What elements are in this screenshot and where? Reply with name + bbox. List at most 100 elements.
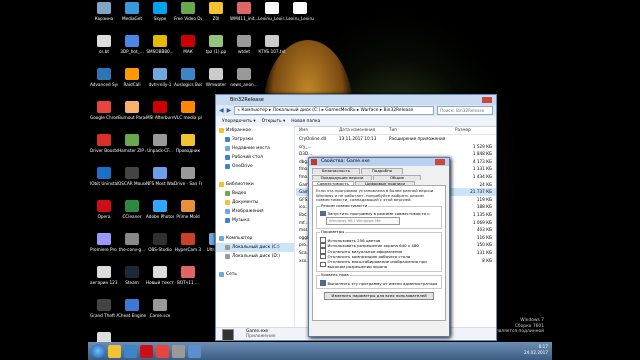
app-icon[interactable] [181, 101, 195, 113]
app-icon[interactable] [181, 68, 195, 80]
app-icon[interactable] [153, 2, 167, 14]
desktop-icon[interactable]: Корзина [90, 2, 118, 32]
nav-item[interactable]: Рабочий стол [216, 153, 294, 162]
opera-taskbar-icon[interactable] [140, 344, 153, 358]
app-icon[interactable] [125, 101, 139, 113]
nav-item[interactable]: Загрузки [216, 135, 294, 144]
app-icon[interactable] [181, 167, 195, 179]
media-taskbar-icon[interactable] [172, 344, 185, 358]
desktop-icon[interactable]: Grand Theft Auto ... [90, 299, 118, 329]
nav-item[interactable]: Изображения [216, 207, 294, 216]
app-icon[interactable] [265, 35, 279, 47]
app-icon[interactable] [153, 68, 167, 80]
organize-button[interactable]: Упорядочить ▾ [222, 119, 256, 124]
nav-item[interactable]: Видео [216, 189, 294, 198]
explorer-titlebar[interactable]: Bin32Release [216, 95, 496, 105]
app-icon[interactable] [237, 68, 251, 80]
desktop-icon[interactable]: NFS Most Wanted [146, 167, 174, 197]
ie-taskbar-icon[interactable] [124, 344, 137, 358]
app-icon[interactable] [97, 68, 111, 80]
desktop-icon[interactable]: 3DP_hot_... [118, 35, 146, 65]
chrome-taskbar-icon[interactable] [156, 344, 169, 358]
app-icon[interactable] [153, 35, 167, 47]
app-icon[interactable] [181, 2, 195, 14]
start-button[interactable] [91, 344, 105, 358]
back-arrow-icon[interactable]: ◀ [219, 107, 224, 114]
desktop-icon[interactable]: Cheat Engine [118, 299, 146, 329]
app-icon[interactable] [237, 35, 251, 47]
tab-general[interactable]: Общие [373, 174, 421, 181]
desktop-icon[interactable]: Advanced SystemCa... [90, 68, 118, 98]
desktop-icon[interactable]: Hamster ZIP Archiver [118, 134, 146, 164]
desktop-icon[interactable]: Burnout Paradise [118, 101, 146, 131]
desktop-icon[interactable]: Google Chrome [90, 101, 118, 131]
nav-item[interactable]: Библиотеки [216, 180, 294, 189]
column-type-header[interactable]: Тип [389, 126, 455, 134]
desktop-icon[interactable]: CCleaner [118, 200, 146, 230]
desktop-icon[interactable]: Z0l [202, 2, 230, 32]
app-icon[interactable] [153, 101, 167, 113]
nav-item[interactable]: OneDrive [216, 162, 294, 171]
app-icon[interactable] [181, 35, 195, 47]
checkbox-checked-icon[interactable] [320, 210, 326, 217]
desktop-icon[interactable]: WM411_init... [230, 2, 258, 32]
dialog-titlebar[interactable]: Свойства: Game.exe [309, 158, 449, 166]
nav-item[interactable]: Локальный диск (C:) [216, 243, 294, 252]
app-icon[interactable] [181, 233, 195, 245]
file-row[interactable]: CryOnline.dll 13.11.2017 10:13 Расширение … [296, 135, 496, 143]
new-folder-button[interactable]: Новая папка [291, 119, 320, 124]
app-icon[interactable] [153, 134, 167, 146]
desktop-icon[interactable]: SMSOBB80... [146, 35, 174, 65]
checkbox-unchecked-icon[interactable] [320, 253, 326, 260]
desktop-icon[interactable]: Unpack-CF... [146, 134, 174, 164]
tab-security[interactable]: Безопасность [312, 168, 360, 174]
app-icon[interactable] [209, 2, 223, 14]
app-icon[interactable] [97, 200, 111, 212]
desktop-icon[interactable]: МАК [174, 35, 202, 65]
app-icon[interactable] [181, 200, 195, 212]
desktop-icon[interactable]: OSCAR Mouse Sof... [118, 167, 146, 197]
explorer-taskbar-icon[interactable] [108, 344, 121, 358]
app-icon[interactable] [293, 2, 307, 14]
desktop-icon[interactable]: Auslogics BoostSpeed 9 [174, 68, 202, 98]
run-as-admin-checkbox[interactable]: Выполнять эту программу от имени админис… [320, 280, 438, 286]
system-tray[interactable]: 8:17 24.02.2017 [524, 344, 548, 356]
app-icon[interactable] [125, 200, 139, 212]
desktop-icon[interactable]: RaidCall [118, 68, 146, 98]
nav-item[interactable]: Локальный диск (D:) [216, 252, 294, 261]
active-window-taskbar-icon[interactable] [188, 344, 201, 358]
desktop-icon[interactable]: Новый текстовый... [146, 266, 174, 296]
forward-arrow-icon[interactable]: ▶ [227, 107, 232, 114]
desktop-icon[interactable]: tpz (1).pp [202, 35, 230, 65]
desktop-icon[interactable]: Carne.sce [146, 299, 174, 329]
properties-dialog[interactable]: Свойства: Game.exe Безопасность Подробно… [308, 157, 450, 337]
app-icon[interactable] [153, 233, 167, 245]
app-icon[interactable] [125, 299, 139, 311]
app-icon[interactable] [125, 2, 139, 14]
close-icon[interactable] [435, 159, 445, 165]
app-icon[interactable] [97, 167, 111, 179]
app-icon[interactable] [97, 233, 111, 245]
app-icon[interactable] [125, 134, 139, 146]
app-icon[interactable] [265, 2, 279, 14]
app-icon[interactable] [97, 35, 111, 47]
nav-item[interactable]: Сеть [216, 270, 294, 279]
tab-details[interactable]: Подробно [361, 168, 403, 174]
desktop-icon[interactable]: ангарин 123.txt [90, 266, 118, 296]
open-button[interactable]: Открыть ▾ [262, 119, 286, 124]
nav-item[interactable]: Компьютер [216, 234, 294, 243]
app-icon[interactable] [209, 35, 223, 47]
column-name-header[interactable]: Имя [296, 126, 339, 134]
app-icon[interactable] [181, 134, 195, 146]
desktop-icon[interactable]: Проводник [174, 134, 202, 164]
desktop-icon[interactable]: КТУБ 107.txt [258, 35, 286, 65]
column-date-header[interactable]: Дата изменения [339, 126, 389, 134]
app-icon[interactable] [209, 68, 223, 80]
desktop-icon[interactable]: MSI Afterburner [146, 101, 174, 131]
app-icon[interactable] [153, 167, 167, 179]
column-size-header[interactable]: Размер [455, 126, 496, 134]
address-input[interactable]: « Компьютер ▸ Локальный диск (C:) ▸ Game… [234, 106, 434, 115]
compat-os-select[interactable]: Windows 98 / Windows Me [326, 217, 400, 226]
app-icon[interactable] [181, 266, 195, 278]
file-row[interactable]: cry_... 1 529 КБ [296, 143, 496, 151]
